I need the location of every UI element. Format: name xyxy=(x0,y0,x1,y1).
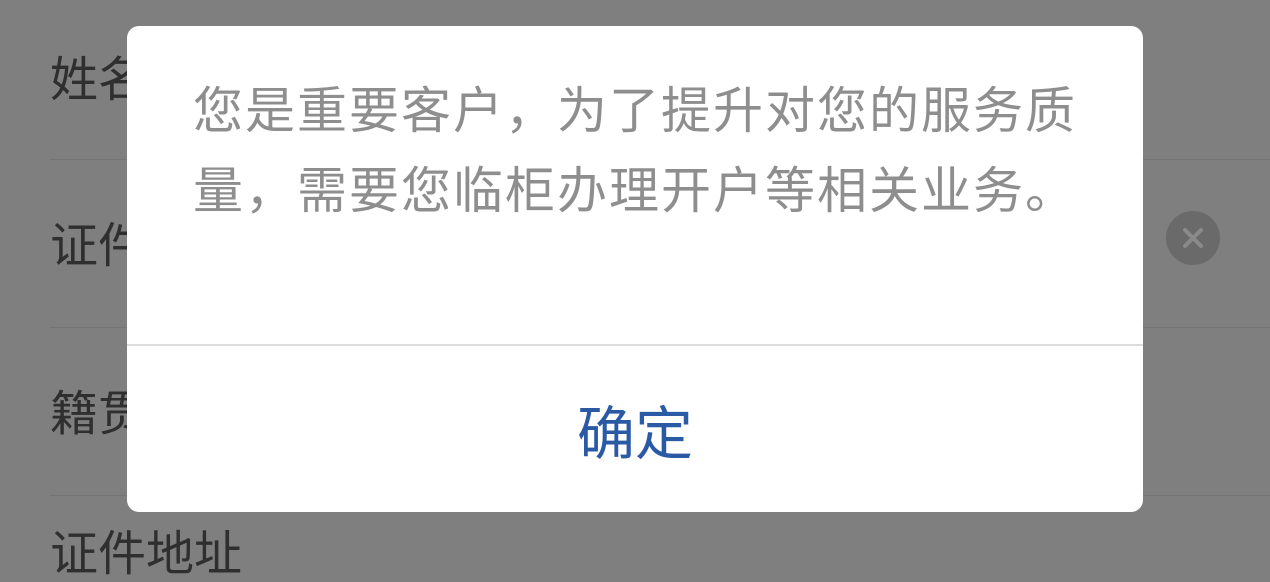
alert-dialog: 您是重要客户，为了提升对您的服务质量，需要您临柜办理开户等相关业务。 确定 xyxy=(127,26,1143,512)
dialog-message: 您是重要客户，为了提升对您的服务质量，需要您临柜办理开户等相关业务。 xyxy=(193,82,1077,220)
confirm-button[interactable]: 确定 xyxy=(127,346,1143,512)
modal-overlay: 您是重要客户，为了提升对您的服务质量，需要您临柜办理开户等相关业务。 确定 xyxy=(0,0,1270,538)
